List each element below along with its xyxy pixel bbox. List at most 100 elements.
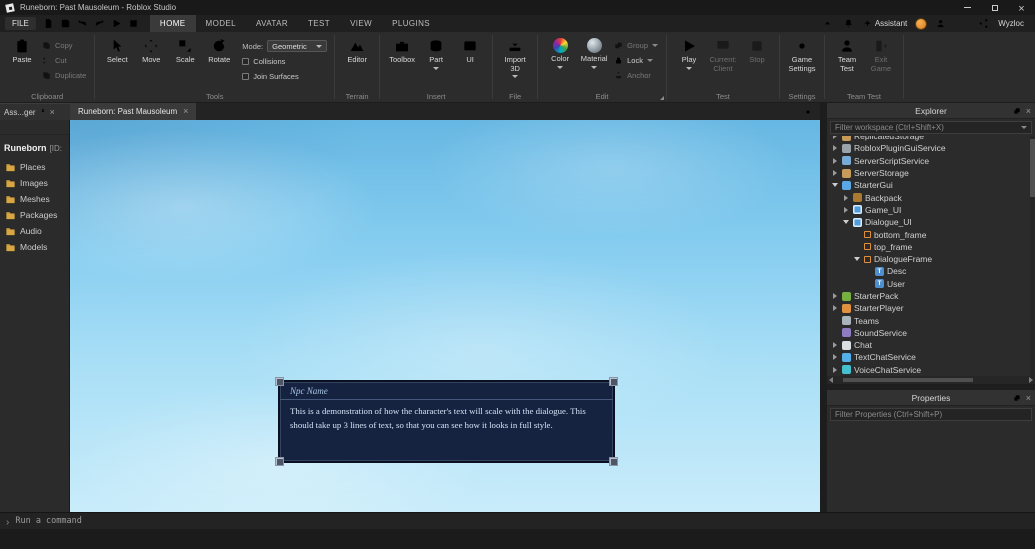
menu-tab[interactable]: VIEW (340, 15, 382, 32)
play-button[interactable]: Play (672, 34, 706, 70)
command-bar[interactable]: Run a command (0, 512, 1035, 529)
duplicate-button[interactable]: Duplicate (39, 69, 89, 81)
asset-category-item[interactable]: Packages (0, 207, 69, 223)
notifications-button[interactable] (842, 17, 855, 31)
explorer-node[interactable]: Chat (827, 339, 1035, 351)
close-button[interactable] (1008, 0, 1035, 15)
analytics-button[interactable] (956, 17, 969, 31)
exit-game-button[interactable]: Exit Game (864, 34, 898, 73)
explorer-node[interactable]: TextChatService (827, 351, 1035, 363)
properties-filter-input[interactable]: Filter Properties (Ctrl+Shift+P) (830, 408, 1032, 421)
menu-tab[interactable]: TEST (298, 15, 340, 32)
color-button[interactable]: Color (543, 34, 577, 69)
filter-options-caret-icon[interactable] (1021, 126, 1027, 129)
expander-icon[interactable] (853, 243, 861, 251)
undo-button[interactable] (74, 17, 91, 31)
menu-tab[interactable]: AVATAR (246, 15, 298, 32)
expander-icon[interactable] (864, 280, 872, 288)
viewport-3d[interactable]: Npc Name This is a demonstration of how … (70, 120, 820, 512)
expander-icon[interactable] (831, 181, 839, 189)
rotate-tool-button[interactable]: Rotate (202, 34, 236, 65)
expander-icon[interactable] (831, 353, 839, 361)
asset-category-item[interactable]: Images (0, 175, 69, 191)
menu-tab[interactable]: HOME (149, 15, 196, 32)
explorer-node[interactable]: StarterGui (827, 179, 1035, 191)
float-panel-icon[interactable] (1013, 107, 1021, 115)
group-button[interactable]: Group (611, 39, 661, 51)
select-tool-button[interactable]: Select (100, 34, 134, 65)
lock-button[interactable]: Lock (611, 54, 661, 66)
expander-icon[interactable] (831, 136, 839, 140)
expander-icon[interactable] (831, 304, 839, 312)
explorer-node[interactable]: StarterPack (827, 290, 1035, 302)
redo-button[interactable] (91, 17, 108, 31)
material-button[interactable]: Material (577, 34, 611, 69)
expander-icon[interactable] (842, 218, 850, 226)
asset-category-item[interactable]: Places (0, 159, 69, 175)
command-input[interactable]: Run a command (15, 516, 82, 526)
explorer-node[interactable]: Teams (827, 314, 1035, 326)
mode-dropdown[interactable]: Geometric (267, 40, 328, 52)
user-avatar[interactable] (915, 17, 928, 30)
asset-category-item[interactable]: Models (0, 239, 69, 255)
close-tab-icon[interactable] (183, 107, 188, 116)
collapse-ribbon-button[interactable] (821, 17, 834, 31)
collisions-checkbox-row[interactable]: Collisions (242, 56, 327, 67)
explorer-vertical-scrollbar[interactable] (1030, 136, 1035, 376)
expander-icon[interactable] (831, 169, 839, 177)
expander-icon[interactable] (864, 267, 872, 275)
explorer-node[interactable]: Game_UI (827, 204, 1035, 216)
explorer-node[interactable]: Desc (827, 265, 1035, 277)
expander-icon[interactable] (831, 329, 839, 337)
explorer-node[interactable]: StarterPlayer (827, 302, 1035, 314)
menu-tab[interactable]: MODEL (196, 15, 246, 32)
explorer-node[interactable]: ServerStorage (827, 167, 1035, 179)
close-tab-icon[interactable] (50, 108, 55, 117)
scroll-right-icon[interactable] (1029, 377, 1033, 383)
explorer-node[interactable]: User (827, 278, 1035, 290)
expander-icon[interactable] (842, 194, 850, 202)
terrain-editor-button[interactable]: Editor (340, 34, 374, 65)
explorer-node[interactable]: VoiceChatService (827, 364, 1035, 376)
menu-tab[interactable]: PLUGINS (382, 15, 440, 32)
team-test-button[interactable]: Team Test (830, 34, 864, 73)
explorer-node[interactable]: ServerScriptService (827, 155, 1035, 167)
expander-icon[interactable] (853, 255, 861, 263)
panel-splitter[interactable] (820, 103, 827, 512)
expander-icon[interactable] (842, 206, 850, 214)
viewport-settings-button[interactable] (803, 107, 813, 117)
ui-button[interactable]: UI (453, 34, 487, 65)
assistant-button[interactable]: Assistant (863, 19, 907, 28)
explorer-node[interactable]: DialogueFrame (827, 253, 1035, 265)
asset-category-item[interactable]: Audio (0, 223, 69, 239)
expander-icon[interactable] (831, 292, 839, 300)
scrollbar-thumb[interactable] (843, 378, 973, 382)
explorer-node[interactable]: RobloxPluginGuiService (827, 142, 1035, 154)
asset-category-item[interactable]: Meshes (0, 191, 69, 207)
collaborate-button[interactable] (935, 17, 948, 31)
scroll-left-icon[interactable] (829, 377, 833, 383)
minimize-button[interactable] (954, 0, 981, 15)
explorer-node[interactable]: SoundService (827, 327, 1035, 339)
asset-manager-tab[interactable]: Ass...ger (0, 103, 70, 120)
expander-icon[interactable] (831, 144, 839, 152)
expander-icon[interactable] (831, 317, 839, 325)
cut-button[interactable]: Cut (39, 54, 89, 66)
copy-button[interactable]: Copy (39, 39, 89, 51)
explorer-horizontal-scrollbar[interactable] (827, 376, 1035, 384)
move-tool-button[interactable]: Move (134, 34, 168, 65)
import-3d-button[interactable]: Import 3D (498, 34, 532, 79)
explorer-node[interactable]: Backpack (827, 191, 1035, 203)
scrollbar-thumb[interactable] (1030, 139, 1035, 197)
place-tab[interactable]: Runeborn: Past Mausoleum (70, 103, 197, 120)
hamburger-menu-icon[interactable] (4, 122, 14, 132)
join-surfaces-checkbox[interactable] (242, 73, 250, 80)
file-menu-button[interactable]: FILE (5, 17, 36, 30)
new-document-button[interactable] (40, 17, 57, 31)
expander-icon[interactable] (831, 366, 839, 374)
expander-icon[interactable] (831, 341, 839, 349)
explorer-node[interactable]: bottom_frame (827, 228, 1035, 240)
collisions-checkbox[interactable] (242, 58, 250, 65)
anchor-button[interactable]: Anchor (611, 69, 661, 81)
properties-header[interactable]: Properties (827, 390, 1035, 406)
